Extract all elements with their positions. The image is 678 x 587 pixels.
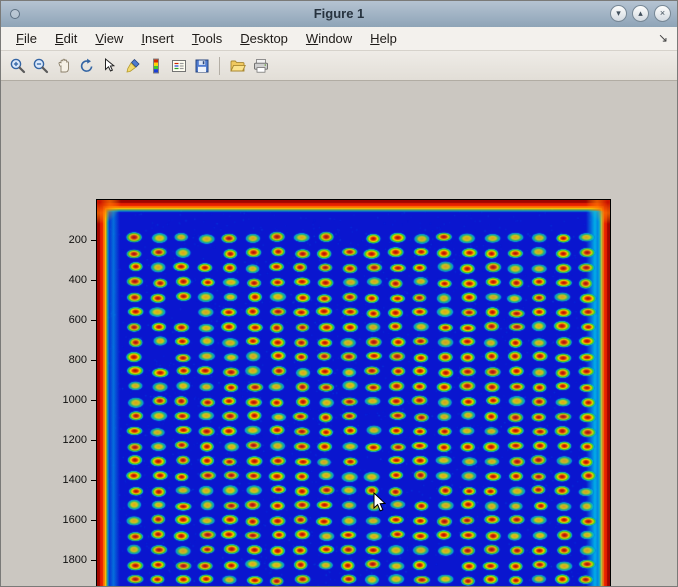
toolbar [1,51,677,81]
data-cursor-icon[interactable] [98,54,121,77]
scan-image[interactable] [97,200,610,587]
y-tick-label: 600 [69,314,87,326]
close-button[interactable]: × [654,5,671,22]
y-tick [91,360,96,361]
menu-tools[interactable]: Tools [183,28,231,49]
y-tick-label: 800 [69,354,87,366]
pan-hand-icon[interactable] [52,54,75,77]
y-tick [91,560,96,561]
window-title: Figure 1 [1,1,677,27]
window-controls: ▾ ▴ × [610,5,671,22]
y-tick [91,520,96,521]
maximize-button[interactable]: ▴ [632,5,649,22]
open-folder-icon[interactable] [226,54,249,77]
y-tick [91,440,96,441]
menu-desktop[interactable]: Desktop [231,28,297,49]
y-tick-label: 1200 [63,434,87,446]
colorbar-icon[interactable] [144,54,167,77]
y-tick [91,320,96,321]
zoom-in-icon[interactable] [6,54,29,77]
menu-insert[interactable]: Insert [132,28,183,49]
rotate-3d-icon[interactable] [75,54,98,77]
menu-window[interactable]: Window [297,28,361,49]
y-tick [91,280,96,281]
axes: 2004006008001000120014002004006008001000… [96,199,611,587]
menubar: File Edit View Insert Tools Desktop Wind… [1,27,677,51]
toolbar-separator [219,57,220,75]
minimize-button[interactable]: ▾ [610,5,627,22]
zoom-out-icon[interactable] [29,54,52,77]
y-tick-label: 200 [69,234,87,246]
save-icon[interactable] [190,54,213,77]
print-icon[interactable] [249,54,272,77]
y-tick-label: 1600 [63,514,87,526]
legend-icon[interactable] [167,54,190,77]
brush-icon[interactable] [121,54,144,77]
y-tick-label: 1000 [63,394,87,406]
y-tick [91,480,96,481]
menu-help[interactable]: Help [361,28,406,49]
y-tick-label: 1800 [63,554,87,566]
menu-view[interactable]: View [86,28,132,49]
y-tick-label: 1400 [63,474,87,486]
y-tick [91,400,96,401]
menu-file[interactable]: File [7,28,46,49]
y-tick-label: 400 [69,274,87,286]
y-tick [91,240,96,241]
menu-overflow-icon[interactable]: ↘ [658,31,668,45]
figure-canvas-area: 2004006008001000120014002004006008001000… [1,82,677,586]
titlebar: Figure 1 ▾ ▴ × [1,1,677,28]
figure-window: Figure 1 ▾ ▴ × File Edit View Insert Too… [0,0,678,587]
menu-edit[interactable]: Edit [46,28,86,49]
